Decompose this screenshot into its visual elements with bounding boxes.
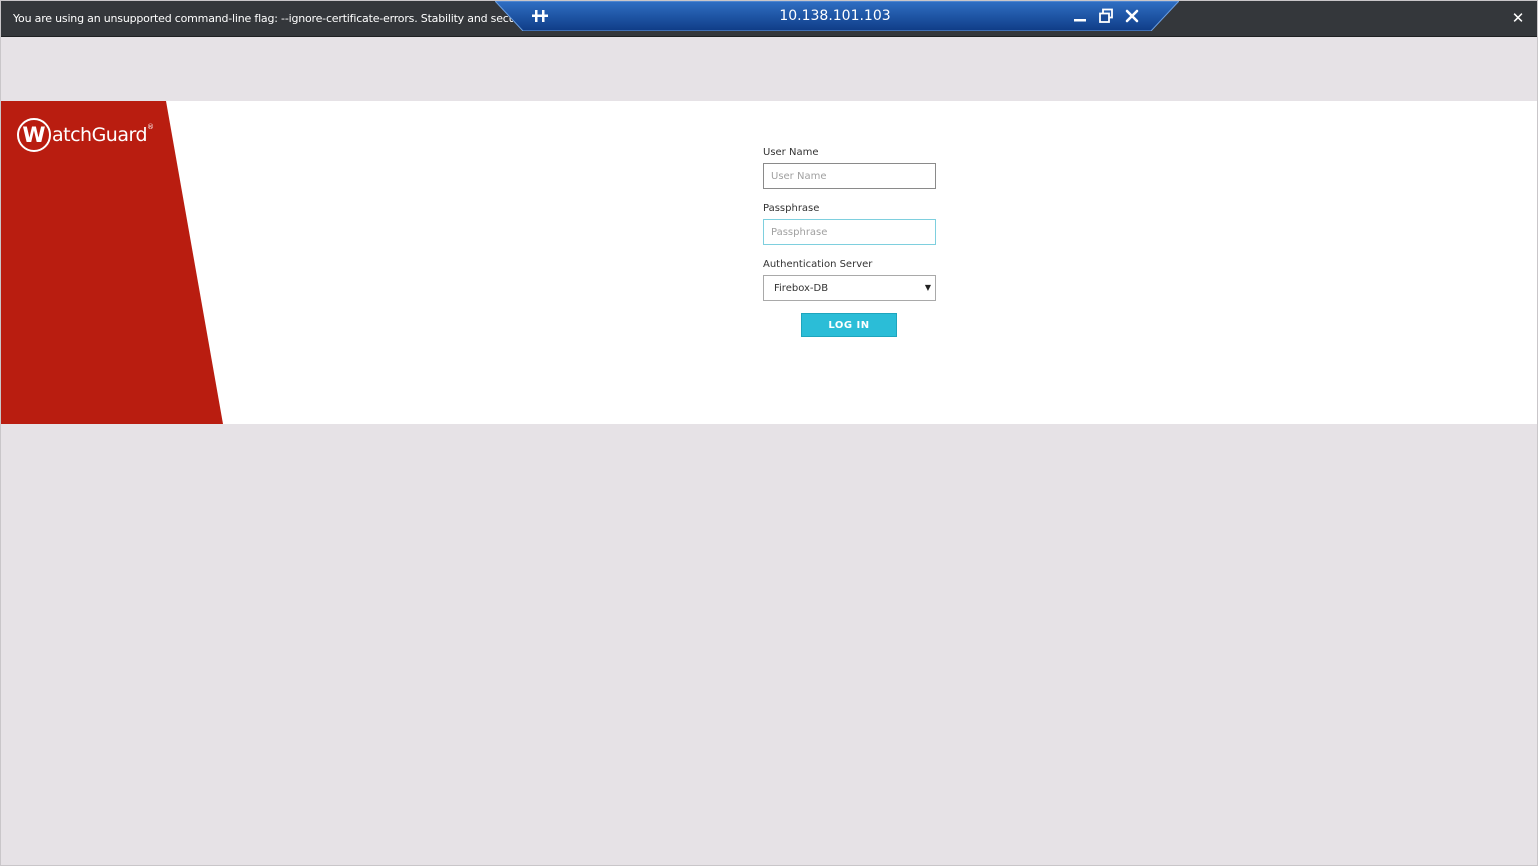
auth-server-select[interactable]: Firebox-DB ▼ [763,275,936,301]
login-button[interactable]: LOG IN [801,313,897,337]
login-form: User Name Passphrase Authentication Serv… [763,147,937,337]
pin-icon[interactable] [531,7,549,25]
restore-icon[interactable] [1097,7,1115,25]
logo-wordmark: atchGuard [52,124,148,146]
username-label: User Name [763,147,819,158]
infobar-message: You are using an unsupported command-lin… [13,12,513,25]
infobar-close-icon[interactable]: ✕ [1509,9,1527,27]
dropdown-arrow-icon: ▼ [924,283,931,292]
auth-server-value: Firebox-DB [774,283,829,294]
username-input[interactable] [763,163,936,189]
passphrase-input[interactable] [763,219,936,245]
brand-panel: W atchGuard ® [1,101,223,424]
passphrase-label: Passphrase [763,203,820,214]
close-icon[interactable] [1123,7,1141,25]
watchguard-logo: W atchGuard ® [17,117,154,153]
logo-initial: W [17,118,51,152]
connection-title: 10.138.101.103 [779,8,891,24]
registered-mark: ® [147,123,155,131]
minimize-icon[interactable] [1071,7,1089,25]
browser-viewport: You are using an unsupported command-lin… [0,0,1538,866]
login-panel: W atchGuard ® User Name Passphrase Authe… [1,101,1537,424]
auth-server-label: Authentication Server [763,259,873,270]
remote-connection-bar: 10.138.101.103 [495,1,1179,31]
